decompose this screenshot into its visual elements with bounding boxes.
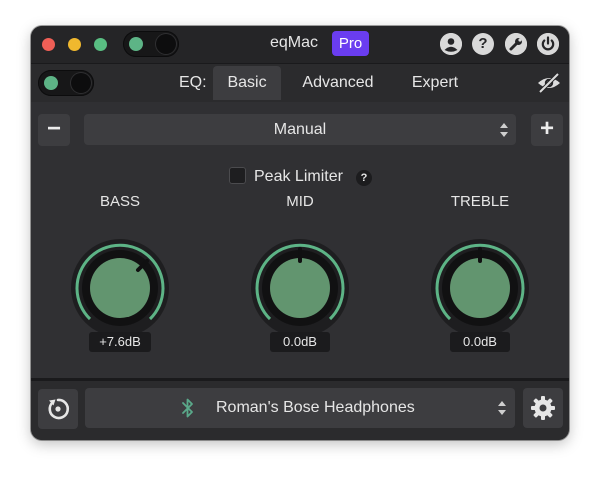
- mid-value: 0.0dB: [270, 332, 330, 352]
- chevron-updown-icon: [498, 401, 506, 415]
- preset-dropdown[interactable]: Manual: [84, 114, 516, 145]
- eq-enable-toggle[interactable]: [38, 70, 94, 96]
- tab-advanced[interactable]: Advanced: [293, 66, 383, 100]
- peak-limiter-label[interactable]: Peak Limiter: [254, 168, 343, 186]
- add-preset-button[interactable]: +: [531, 114, 563, 146]
- app-title: eqMac: [270, 34, 319, 51]
- output-device-dropdown[interactable]: Roman's Bose Headphones: [85, 388, 515, 428]
- peak-limiter-help-icon[interactable]: ?: [356, 170, 372, 186]
- pro-badge[interactable]: Pro: [332, 31, 369, 56]
- eq-toolbar: EQ: Basic Advanced Expert: [31, 64, 569, 102]
- treble-value: 0.0dB: [450, 332, 510, 352]
- tab-expert[interactable]: Expert: [401, 66, 469, 100]
- gear-icon: [531, 396, 555, 420]
- zoom-window-button[interactable]: [94, 38, 107, 51]
- basic-eq-panel: − Manual + Peak Limiter ? BASS +7.6dB MI…: [31, 102, 569, 378]
- eqmac-window: eqMac Pro ? EQ: Basic Advanced Expert − …: [31, 26, 569, 440]
- power-icon[interactable]: [537, 33, 559, 55]
- title-bar: eqMac Pro ?: [31, 26, 569, 64]
- toggle-indicator: [129, 37, 143, 51]
- output-device-name: Roman's Bose Headphones: [216, 399, 415, 416]
- tab-basic[interactable]: Basic: [213, 66, 281, 100]
- bluetooth-icon: [182, 398, 193, 418]
- settings-button[interactable]: [523, 388, 563, 428]
- mid-knob[interactable]: [240, 228, 360, 348]
- bass-value: +7.6dB: [89, 332, 151, 352]
- treble-knob[interactable]: [420, 228, 540, 348]
- eye-slash-icon[interactable]: [536, 70, 562, 96]
- toggle-knob: [71, 73, 91, 93]
- output-bar: Roman's Bose Headphones: [31, 381, 569, 440]
- bass-label: BASS: [99, 193, 141, 210]
- close-window-button[interactable]: [42, 38, 55, 51]
- toggle-knob: [156, 34, 176, 54]
- preset-selected-value: Manual: [273, 121, 327, 138]
- toggle-indicator: [44, 76, 58, 90]
- bass-knob[interactable]: [60, 228, 180, 348]
- minimize-window-button[interactable]: [68, 38, 81, 51]
- help-icon[interactable]: ?: [472, 33, 494, 55]
- peak-limiter-checkbox[interactable]: [229, 167, 246, 184]
- treble-label: TREBLE: [450, 193, 510, 210]
- mid-label: MID: [286, 193, 314, 210]
- app-enable-toggle[interactable]: [123, 31, 179, 57]
- eq-label: EQ:: [179, 74, 207, 91]
- account-icon[interactable]: [440, 33, 462, 55]
- reset-icon: [48, 398, 70, 420]
- remove-preset-button[interactable]: −: [38, 114, 70, 146]
- reset-button[interactable]: [38, 389, 78, 429]
- wrench-icon[interactable]: [505, 33, 527, 55]
- chevron-updown-icon: [500, 123, 508, 137]
